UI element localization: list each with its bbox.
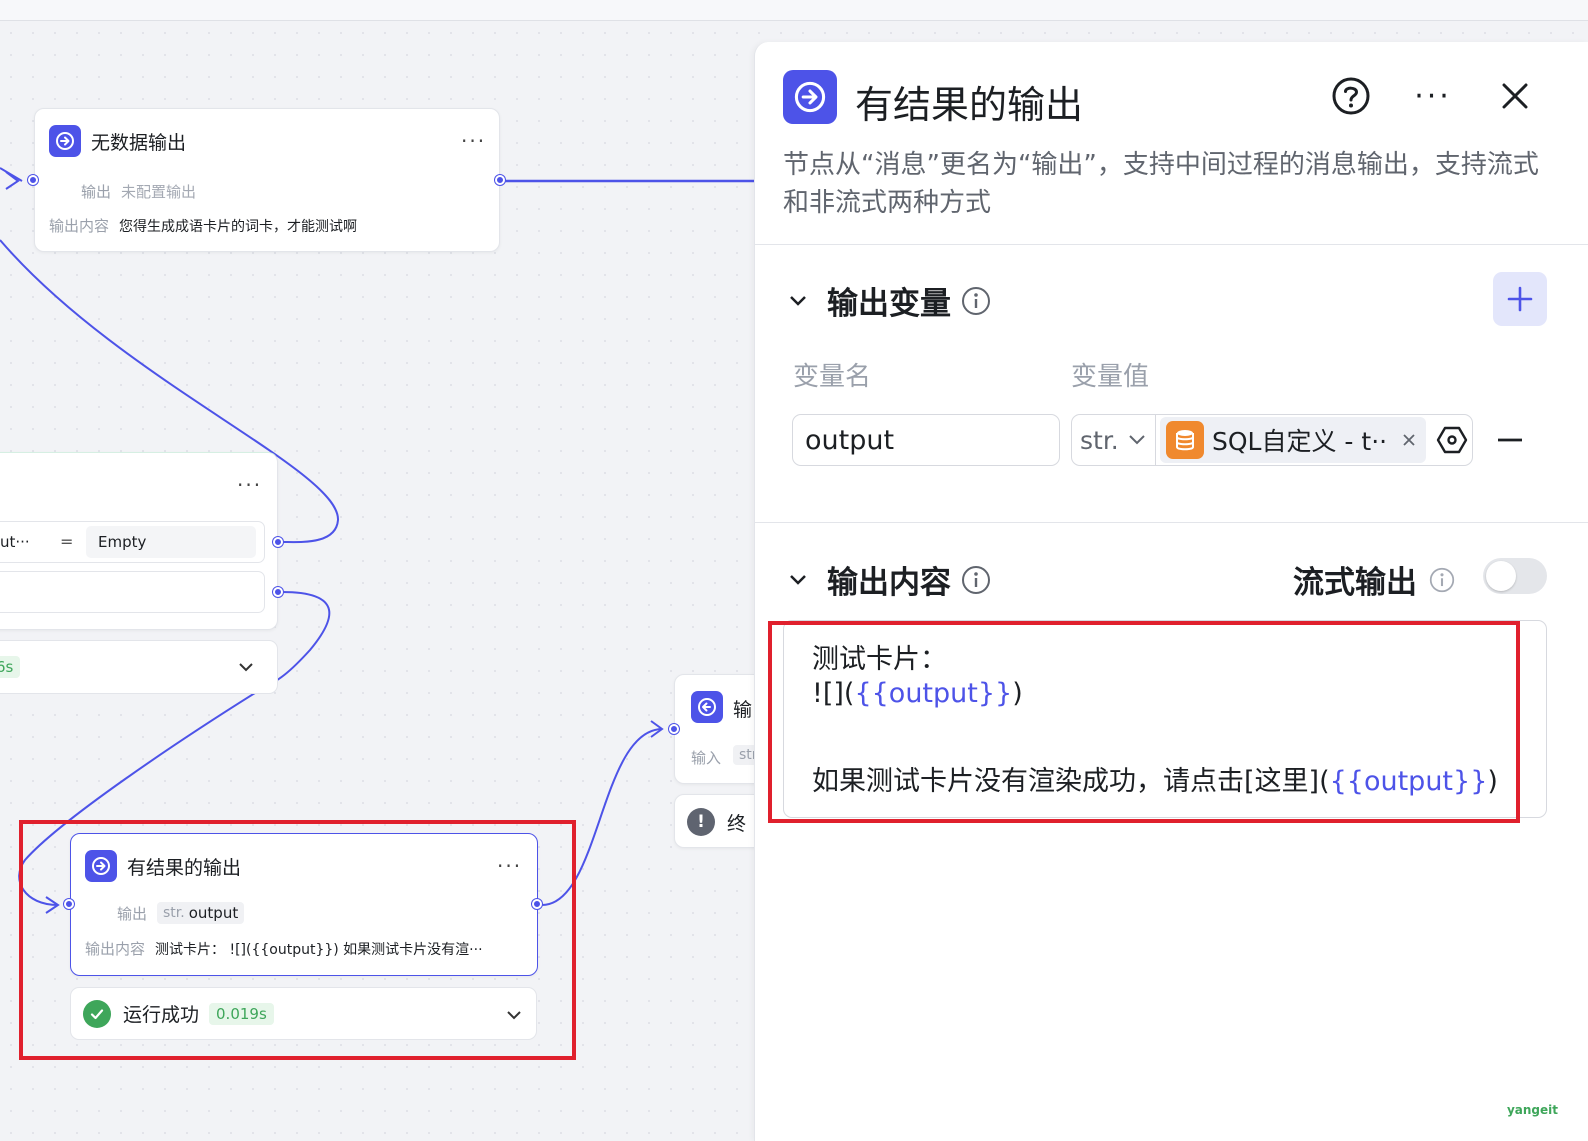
input-port[interactable] xyxy=(669,724,679,734)
column-header-name: 变量名 xyxy=(793,362,872,392)
section-output-content-header[interactable]: 输出内容 xyxy=(787,557,991,602)
output-port[interactable] xyxy=(273,587,283,597)
stream-output-toggle[interactable] xyxy=(1483,558,1547,594)
content-label: 输出内容 xyxy=(49,217,110,235)
node-condition-partial[interactable]: ··· ut··· = Empty xyxy=(0,452,278,630)
divider xyxy=(755,522,1588,523)
node-title: 无数据输出 xyxy=(91,131,187,154)
chevron-down-icon[interactable] xyxy=(787,290,809,312)
variable-name-value: output xyxy=(805,424,895,456)
node-title: 终 xyxy=(727,813,747,835)
input-label: 输入 xyxy=(691,749,722,767)
node-title: 输 xyxy=(733,699,753,721)
watermark: yangeit xyxy=(1506,1103,1558,1117)
stream-output-control: 流式输出 xyxy=(1293,557,1455,602)
info-icon[interactable] xyxy=(961,286,991,316)
output-label: 输出 xyxy=(81,183,112,201)
output-node-icon xyxy=(49,125,81,157)
variable-reference-chip[interactable]: SQL自定义 - t·· xyxy=(1160,417,1426,463)
output-node-icon xyxy=(783,70,837,124)
chevron-down-icon[interactable] xyxy=(237,660,255,674)
condition-operator[interactable]: = xyxy=(60,532,73,551)
variable-name-input[interactable]: output xyxy=(792,414,1060,466)
output-port[interactable] xyxy=(273,537,283,547)
chevron-down-icon[interactable] xyxy=(787,569,809,591)
node-no-data-output[interactable]: 无数据输出 ··· 输出 未配置输出 输出内容 您得生成成语卡片的词卡，才能测试… xyxy=(34,108,500,252)
chevron-down-icon xyxy=(1129,435,1145,445)
close-icon[interactable] xyxy=(1497,78,1533,114)
variable-type-select[interactable]: str. xyxy=(1072,415,1156,465)
output-port[interactable] xyxy=(495,175,505,185)
stream-output-label: 流式输出 xyxy=(1293,565,1417,601)
highlight-box-node xyxy=(19,820,576,1060)
database-icon xyxy=(1166,421,1204,459)
condition-row-empty[interactable] xyxy=(0,571,265,613)
clear-icon[interactable] xyxy=(1402,433,1416,447)
info-icon[interactable] xyxy=(961,565,991,595)
more-icon[interactable]: ··· xyxy=(1411,76,1455,116)
node-header: 无数据输出 xyxy=(49,125,186,157)
info-icon[interactable] xyxy=(1429,567,1455,593)
condition-right-value: Empty xyxy=(98,533,147,551)
variable-type-value: str. xyxy=(1080,425,1119,455)
input-port[interactable] xyxy=(28,175,38,185)
toggle-knob xyxy=(1486,561,1516,591)
output-node-icon xyxy=(691,691,723,723)
variable-value-field[interactable]: str. SQL自定义 - t·· xyxy=(1071,414,1473,466)
section-output-vars-header[interactable]: 输出变量 xyxy=(787,278,991,323)
section-title: 输出变量 xyxy=(827,286,951,322)
highlight-box-editor xyxy=(768,621,1520,823)
node-output-row: 输出 未配置输出 xyxy=(81,181,196,202)
more-icon[interactable]: ··· xyxy=(237,473,262,497)
divider xyxy=(755,244,1588,245)
remove-variable-icon[interactable] xyxy=(1495,428,1525,452)
status-time: 6s xyxy=(0,656,21,678)
node-config-panel: 有结果的输出 ··· 节点从“消息”更名为“输出”，支持中间过程的消息输出，支持… xyxy=(754,42,1588,1141)
section-title: 输出内容 xyxy=(827,565,951,601)
condition-status-bar[interactable]: 6s xyxy=(0,640,278,694)
more-icon[interactable]: ··· xyxy=(461,129,486,153)
variable-reference-label: SQL自定义 - t·· xyxy=(1212,427,1388,456)
node-content-row: 输出内容 您得生成成语卡片的词卡，才能测试啊 xyxy=(49,215,357,236)
column-header-value: 变量值 xyxy=(1071,362,1150,392)
warning-icon: ! xyxy=(687,808,715,836)
add-variable-button[interactable] xyxy=(1493,272,1547,326)
condition-row[interactable]: ut··· = Empty xyxy=(0,521,265,563)
condition-right-field[interactable]: Empty xyxy=(86,526,256,558)
panel-description: 节点从“消息”更名为“输出”，支持中间过程的消息输出，支持流式和非流式两种方式 xyxy=(783,150,1539,218)
panel-title[interactable]: 有结果的输出 xyxy=(855,74,1083,129)
condition-left-value: ut··· xyxy=(0,533,30,551)
variable-picker-icon[interactable] xyxy=(1436,424,1468,456)
content-value: 您得生成成语卡片的词卡，才能测试啊 xyxy=(119,218,358,235)
help-icon[interactable] xyxy=(1331,76,1371,116)
output-value: 未配置输出 xyxy=(121,183,197,201)
